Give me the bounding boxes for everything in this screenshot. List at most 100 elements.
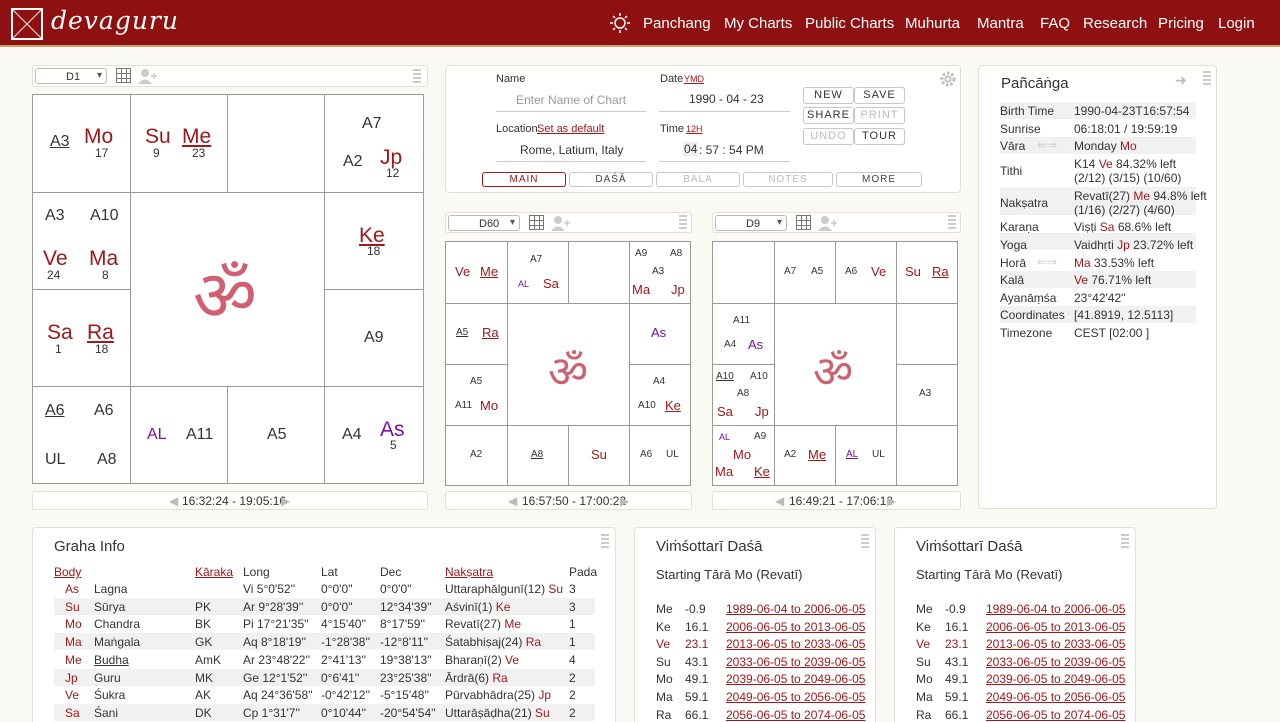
undo-button[interactable]: UNDO (803, 128, 854, 145)
d60-chart[interactable]: ॐ Ve Me A7 AL Sa A9 A8 A3 Ma Jp A5 Ra As… (445, 241, 691, 486)
planet-label[interactable]: Mo (733, 447, 751, 462)
col-header-naksatra[interactable]: Nakṣatra (445, 565, 493, 579)
tour-button[interactable]: TOUR (854, 128, 905, 145)
prev-arrow-icon[interactable]: ◀ (775, 494, 784, 508)
settings-gear-icon[interactable] (939, 70, 957, 88)
dasa-period-link[interactable]: 2033-06-05 to 2039-06-05 (726, 655, 865, 669)
d1-chart[interactable]: ॐ A3 Mo 17 Su 9 Me 23 A7 A2 Jp 12 A3 A10… (32, 94, 424, 484)
date-input[interactable]: 1990 - 04 - 23 (689, 92, 764, 106)
d9-division-select[interactable]: D9 (715, 215, 787, 231)
logo-icon[interactable] (11, 8, 43, 40)
save-button[interactable]: SAVE (854, 87, 905, 104)
dasa-period-link[interactable]: 2056-06-05 to 2074-06-05 (986, 708, 1125, 722)
dasa-period-link[interactable]: 2049-06-05 to 2056-06-05 (726, 690, 865, 704)
chart-style-icon[interactable] (796, 215, 811, 230)
planet-label[interactable]: Ra (932, 264, 949, 279)
planet-label[interactable]: Mo (480, 398, 498, 413)
d60-division-select[interactable]: D60 (448, 215, 520, 231)
planet-label[interactable]: Me (808, 447, 826, 462)
time-hour-input[interactable]: 04 (683, 142, 699, 156)
chart-style-icon[interactable] (529, 215, 544, 230)
add-person-icon[interactable] (818, 215, 840, 231)
planet-label[interactable]: Ke (754, 464, 770, 479)
ascendant-label[interactable]: As (651, 325, 666, 340)
body-cell[interactable]: Jp (65, 671, 78, 685)
body-cell[interactable]: Ma (65, 635, 82, 649)
next-arrow-icon[interactable]: ▶ (887, 494, 896, 508)
body-cell[interactable]: Ve (65, 688, 79, 702)
dasa-period-link[interactable]: 2033-06-05 to 2039-06-05 (986, 655, 1125, 669)
nav-research[interactable]: Research (1083, 15, 1147, 32)
planet-label[interactable]: Ve (455, 264, 470, 279)
dasa-period-link[interactable]: 2039-06-05 to 2049-06-05 (726, 672, 865, 686)
col-header-karaka[interactable]: Kāraka (195, 565, 233, 579)
dasa-period-link[interactable]: 2039-06-05 to 2049-06-05 (986, 672, 1125, 686)
dasa-period-link[interactable]: 1989-06-04 to 2006-06-05 (726, 602, 865, 616)
ascendant-label[interactable]: As (748, 337, 763, 352)
time-rest-input[interactable]: : 57 : 54 PM (699, 143, 764, 157)
dasa-period-link[interactable]: 1989-06-04 to 2006-06-05 (986, 602, 1125, 616)
planet-label[interactable]: Ma (715, 464, 733, 479)
planet-label[interactable]: Su (905, 264, 921, 279)
theme-toggle-icon[interactable] (610, 13, 630, 33)
planet-label[interactable]: Jp (755, 404, 769, 419)
body-cell[interactable]: Sa (65, 706, 80, 720)
dasa-period-link[interactable]: 2006-06-05 to 2013-06-05 (986, 620, 1125, 634)
body-cell[interactable]: Me (65, 653, 82, 667)
planet-label[interactable]: Sa (717, 404, 733, 419)
date-format-link[interactable]: YMD (684, 74, 704, 84)
name-input[interactable]: Enter Name of Chart (516, 93, 626, 107)
nav-panchang[interactable]: Panchang (643, 15, 711, 32)
nav-public-charts[interactable]: Public Charts (805, 15, 894, 32)
drag-handle-icon[interactable] (679, 215, 687, 231)
d1-division-select[interactable]: D1 (35, 68, 107, 84)
planet-label[interactable]: Ve (871, 264, 886, 279)
dasa-period-link[interactable]: 2049-06-05 to 2056-06-05 (986, 690, 1125, 704)
planet-label[interactable]: Me (480, 264, 498, 279)
dasa-period-link[interactable]: 2056-06-05 to 2074-06-05 (726, 708, 865, 722)
d9-chart[interactable]: ॐ A7 A5 A6 Ve Su Ra A11 A4 As A3 A10 A10… (712, 241, 958, 486)
set-default-link[interactable]: Set as default (537, 123, 604, 135)
tab-main[interactable]: MAIN (482, 172, 566, 187)
dasa-period-link[interactable]: 2006-06-05 to 2013-06-05 (726, 620, 865, 634)
nav-muhurta[interactable]: Muhurta (905, 15, 960, 32)
logo-text[interactable]: devaguru (51, 6, 179, 35)
chart-style-icon[interactable] (116, 68, 131, 83)
planet-label[interactable]: Su (591, 447, 607, 462)
body-cell[interactable]: Mo (65, 617, 82, 631)
nav-mantra[interactable]: Mantra (977, 15, 1024, 32)
drag-handle-icon[interactable] (413, 69, 421, 85)
col-header-body[interactable]: Body (54, 565, 81, 579)
time-format-link[interactable]: 12H (686, 124, 703, 134)
body-cell[interactable]: As (65, 582, 79, 596)
planet-label[interactable]: Jp (671, 282, 685, 297)
tab-bala[interactable]: BALA (656, 172, 740, 187)
prev-arrow-icon[interactable]: ◀ (169, 494, 178, 508)
share-button[interactable]: SHARE (803, 107, 854, 124)
add-person-icon[interactable] (138, 68, 160, 84)
new-button[interactable]: NEW (803, 87, 854, 104)
dasa-period-link[interactable]: 2013-06-05 to 2033-06-05 (986, 637, 1125, 651)
drag-handle-icon[interactable] (1203, 71, 1211, 87)
planet-label[interactable]: Ma (632, 282, 650, 297)
next-arrow-icon[interactable]: ▶ (620, 494, 629, 508)
drag-handle-icon[interactable] (861, 534, 869, 550)
drag-handle-icon[interactable] (1121, 534, 1129, 550)
swap-arrows-icon[interactable]: ⇐⇒ (1037, 138, 1057, 152)
planet-label[interactable]: Ra (482, 325, 499, 340)
tab-notes[interactable]: NOTES (743, 172, 833, 187)
swap-arrows-icon[interactable]: ⇐⇒ (1037, 255, 1057, 269)
dasa-period-link[interactable]: 2013-06-05 to 2033-06-05 (726, 637, 865, 651)
add-person-icon[interactable] (551, 215, 573, 231)
location-input[interactable]: Rome, Latium, Italy (520, 143, 623, 157)
nav-faq[interactable]: FAQ (1040, 15, 1070, 32)
forward-arrow-icon[interactable]: ➜ (1175, 72, 1187, 89)
prev-arrow-icon[interactable]: ◀ (508, 494, 517, 508)
print-button[interactable]: PRINT (854, 107, 905, 124)
drag-handle-icon[interactable] (601, 534, 609, 550)
nav-login[interactable]: Login (1218, 15, 1255, 32)
nav-my-charts[interactable]: My Charts (724, 15, 792, 32)
tab-more[interactable]: MORE (836, 172, 922, 187)
nav-pricing[interactable]: Pricing (1158, 15, 1204, 32)
next-arrow-icon[interactable]: ▶ (281, 494, 290, 508)
